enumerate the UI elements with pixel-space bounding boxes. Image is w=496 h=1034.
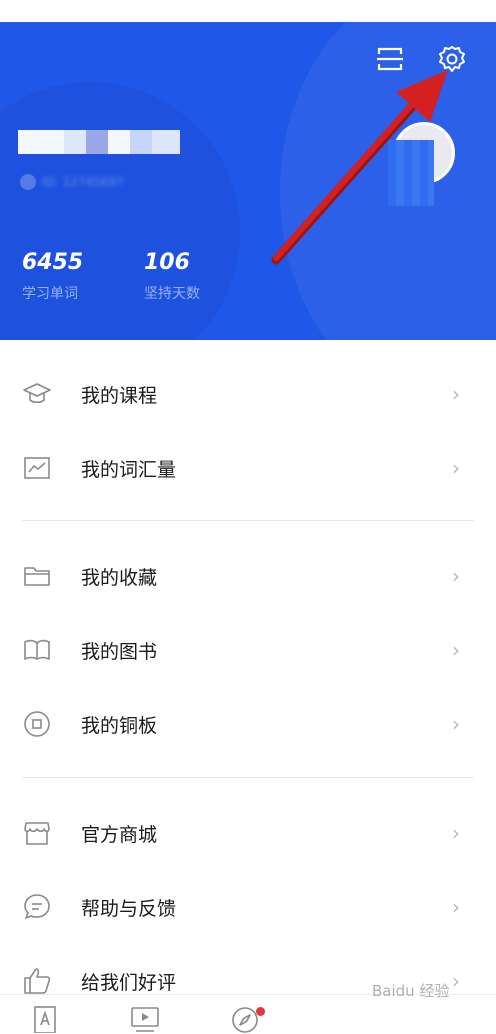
baidu-watermark: Baidu 经验 <box>372 982 450 1000</box>
menu-item-coins[interactable]: 我的铜板 › <box>0 687 496 761</box>
chat-icon <box>22 892 52 922</box>
menu-item-books[interactable]: 我的图书 › <box>0 613 496 687</box>
section-divider <box>22 520 474 521</box>
dictionary-icon <box>34 1006 56 1033</box>
profile-header: ID: 12745697 6455 学习单词 106 坚持天数 <box>0 22 496 340</box>
tab-discover[interactable] <box>230 1005 265 1034</box>
folder-icon <box>22 561 52 591</box>
book-icon <box>22 635 52 665</box>
store-icon <box>22 818 52 848</box>
chevron-right-icon: › <box>452 638 460 662</box>
thumbs-up-icon <box>22 966 52 996</box>
chevron-right-icon: › <box>452 564 460 588</box>
chevron-right-icon: › <box>452 712 460 736</box>
menu-item-courses[interactable]: 我的课程 › <box>0 357 496 431</box>
menu-item-label: 帮助与反馈 <box>81 897 177 920</box>
menu-item-store[interactable]: 官方商城 › <box>0 796 496 870</box>
scan-button[interactable] <box>373 42 407 76</box>
menu-item-label: 官方商城 <box>81 823 158 846</box>
menu-item-label: 我的课程 <box>81 384 158 407</box>
stat-value: 6455 <box>22 250 84 275</box>
menu-item-label: 我的词汇量 <box>81 458 177 481</box>
chevron-right-icon: › <box>452 821 460 845</box>
video-icon <box>131 1007 159 1032</box>
user-id-icon <box>20 174 36 190</box>
chevron-right-icon: › <box>452 456 460 480</box>
menu-item-label: 我的图书 <box>81 640 158 663</box>
username-blurred <box>18 130 180 154</box>
avatar-pixelated <box>388 140 434 206</box>
menu-item-favorites[interactable]: 我的收藏 › <box>0 539 496 613</box>
stat-words-learned: 6455 学习单词 <box>22 250 83 303</box>
chevron-right-icon: › <box>452 382 460 406</box>
user-id-text: ID: 12745697 <box>42 175 124 189</box>
menu-item-label: 我的收藏 <box>81 566 158 589</box>
menu-item-help-feedback[interactable]: 帮助与反馈 › <box>0 870 496 944</box>
chevron-right-icon: › <box>452 895 460 919</box>
coin-icon <box>22 709 52 739</box>
settings-button[interactable] <box>435 42 469 76</box>
gear-icon <box>439 46 465 72</box>
section-divider <box>22 777 474 778</box>
user-id-blurred: ID: 12745697 <box>20 172 200 192</box>
scan-icon <box>377 47 403 71</box>
status-bar <box>0 0 496 22</box>
chevron-right-icon: › <box>452 969 460 993</box>
avatar[interactable] <box>388 122 458 210</box>
stat-label: 坚持天数 <box>144 286 200 302</box>
stat-value: 106 <box>144 250 190 275</box>
menu-item-vocabulary[interactable]: 我的词汇量 › <box>0 431 496 505</box>
tab-dictionary[interactable] <box>30 1005 60 1034</box>
graduation-cap-icon <box>22 379 52 409</box>
stat-days-persisted: 106 坚持天数 <box>144 250 200 303</box>
tab-video[interactable] <box>130 1005 160 1034</box>
chart-icon <box>22 453 52 483</box>
menu-item-label: 给我们好评 <box>81 971 177 994</box>
menu-item-label: 我的铜板 <box>81 714 158 737</box>
stat-label: 学习单词 <box>22 286 78 302</box>
notification-badge <box>256 1007 265 1016</box>
